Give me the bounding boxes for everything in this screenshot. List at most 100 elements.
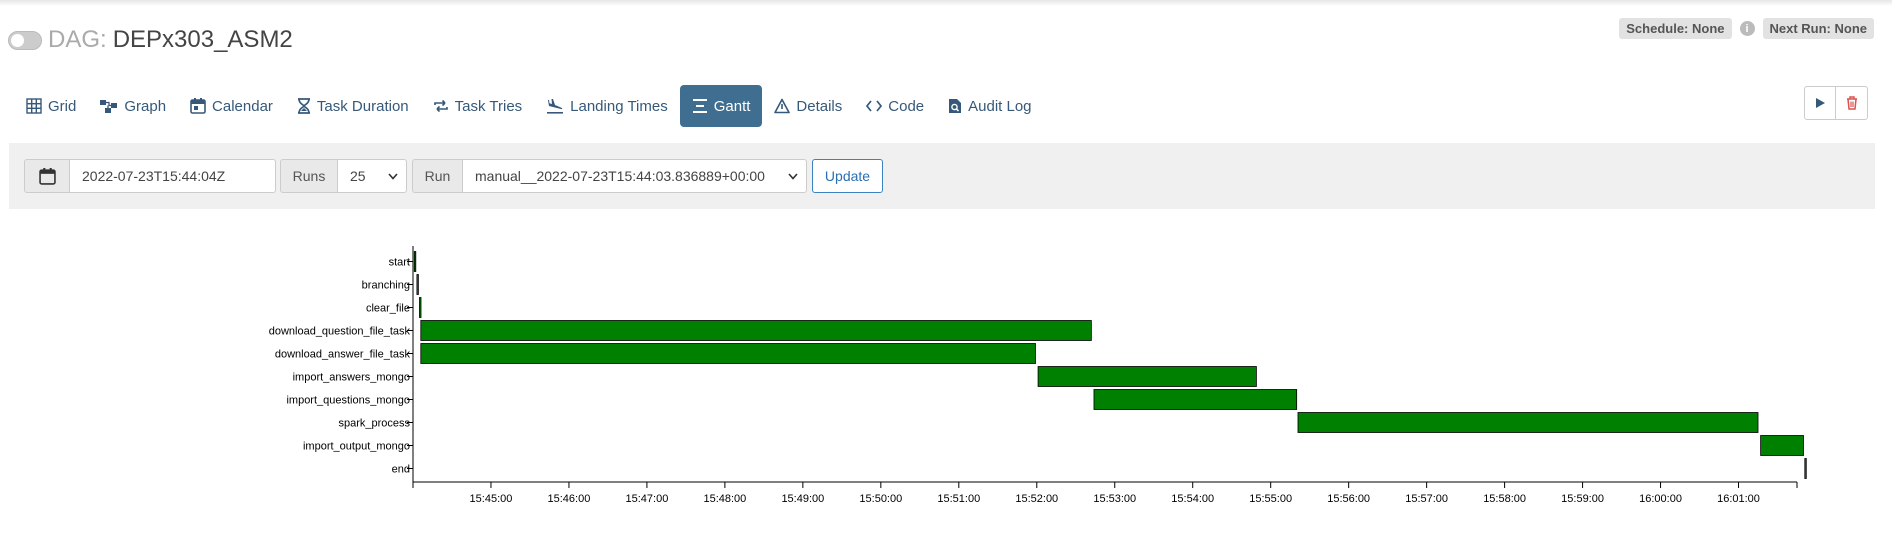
tab-details[interactable]: Details [762, 85, 854, 127]
tab-label: Landing Times [570, 97, 668, 115]
calendar-icon [190, 98, 206, 114]
task-bar [416, 274, 419, 295]
filter-bar: 2022-07-23T15:44:04Z Runs 25 Run manual_… [9, 143, 1875, 209]
task-label: import_answers_mongo [293, 372, 410, 384]
runs-label: Runs [280, 159, 338, 193]
task-bar [419, 297, 422, 318]
top-shadow [0, 0, 1892, 6]
run-label-text: Run [424, 168, 451, 184]
tab-task-tries[interactable]: Task Tries [421, 85, 535, 127]
calendar-addon[interactable] [24, 159, 70, 193]
x-tick-label: 15:57:00 [1405, 493, 1448, 505]
next-run-badge: Next Run: None [1762, 18, 1874, 39]
task-label: import_output_mongo [303, 441, 410, 453]
tab-code[interactable]: Code [854, 85, 936, 127]
chevron-down-icon [388, 172, 398, 180]
tab-label: Grid [48, 97, 77, 115]
runs-select-value: 25 [350, 168, 366, 184]
x-tick-label: 15:48:00 [703, 493, 746, 505]
landing-icon [547, 99, 564, 114]
run-label: Run [412, 159, 463, 193]
x-tick-label: 15:54:00 [1171, 493, 1214, 505]
trash-icon [1846, 96, 1857, 110]
x-tick-label: 15:59:00 [1561, 493, 1604, 505]
gantt-chart: 15:45:00 15:46:00 15:47:00 15:48:00 15:49:00… [269, 246, 1807, 505]
task-bar [1804, 458, 1807, 479]
x-tick-label: 15:53:00 [1093, 493, 1136, 505]
warning-triangle-icon [774, 98, 791, 114]
base-date-input[interactable]: 2022-07-23T15:44:04Z [69, 159, 276, 193]
x-tick-label: 15:50:00 [859, 493, 902, 505]
hourglass-icon [297, 98, 310, 114]
task-bar [420, 320, 1092, 341]
tab-grid[interactable]: Grid [14, 85, 88, 127]
tab-graph[interactable]: Graph [88, 85, 178, 127]
dag-title: DEPx303_ASM2 [112, 26, 293, 53]
delete-dag-button[interactable] [1836, 86, 1868, 120]
task-bar [413, 251, 417, 272]
task-bar [1037, 366, 1257, 387]
graph-icon [100, 100, 118, 113]
task-bar [1093, 389, 1298, 410]
x-tick-label: 15:58:00 [1483, 493, 1526, 505]
repeat-icon [433, 99, 448, 113]
tab-label: Calendar [212, 97, 273, 115]
x-tick-label: 15:47:00 [626, 493, 669, 505]
task-bar [420, 343, 1036, 364]
x-tick-label: 15:49:00 [781, 493, 824, 505]
x-tick-label: 15:46:00 [548, 493, 591, 505]
tab-label: Task Tries [454, 97, 523, 115]
tab-task-duration[interactable]: Task Duration [285, 85, 421, 127]
trigger-dag-button[interactable] [1804, 86, 1836, 120]
task-label: spark_process [338, 418, 410, 430]
dag-badges: Schedule: None i Next Run: None [1619, 18, 1874, 39]
task-label: end [392, 464, 410, 476]
task-label: download_answer_file_task [275, 349, 411, 361]
task-bar [1760, 435, 1804, 456]
run-select[interactable]: manual__2022-07-23T15:44:03.836889+00:00 [462, 159, 807, 193]
x-tick-label: 15:52:00 [1015, 493, 1058, 505]
x-tick-label: 15:45:00 [470, 493, 513, 505]
update-button[interactable]: Update [812, 159, 883, 193]
dag-actions [1804, 86, 1868, 120]
update-button-label: Update [824, 168, 871, 184]
runs-select[interactable]: 25 [337, 159, 407, 193]
task-bar [1297, 412, 1759, 433]
schedule-badge: Schedule: None [1619, 18, 1732, 39]
tab-calendar[interactable]: Calendar [178, 85, 285, 127]
x-tick-label: 15:51:00 [937, 493, 980, 505]
gantt-icon [692, 99, 707, 113]
task-label: clear_file [366, 303, 410, 315]
chevron-down-icon [788, 172, 798, 180]
x-tick-label: 16:00:00 [1639, 493, 1682, 505]
task-label: branching [362, 280, 410, 292]
run-select-value: manual__2022-07-23T15:44:03.836889+00:00 [475, 168, 765, 184]
runs-label-text: Runs [292, 168, 326, 184]
dag-pause-toggle[interactable] [8, 30, 42, 50]
tab-gantt[interactable]: Gantt [679, 85, 763, 127]
info-icon[interactable]: i [1739, 21, 1755, 36]
tab-label: Graph [124, 97, 167, 115]
task-label: import_questions_mongo [286, 395, 410, 407]
tab-label: Audit Log [968, 97, 1032, 115]
dag-header: DAG: DEPx303_ASM2 [8, 26, 293, 54]
base-date-value: 2022-07-23T15:44:04Z [82, 168, 226, 184]
tab-label: Code [888, 97, 925, 115]
code-icon [866, 100, 883, 112]
tab-landing-times[interactable]: Landing Times [534, 85, 680, 127]
search-file-icon [949, 99, 962, 113]
x-tick-label: 15:56:00 [1327, 493, 1370, 505]
tab-audit-log[interactable]: Audit Log [936, 85, 1043, 127]
tab-label: Task Duration [316, 97, 409, 115]
x-tick-label: 15:55:00 [1249, 493, 1292, 505]
view-tabs: Grid Graph Calendar Task Duration Task T… [14, 85, 1044, 127]
grid-icon [26, 98, 42, 114]
x-tick-label: 16:01:00 [1717, 493, 1760, 505]
tab-label: Gantt [713, 97, 751, 115]
tab-label: Details [796, 97, 843, 115]
calendar-icon [38, 167, 56, 185]
play-icon [1816, 98, 1825, 108]
task-label: start [389, 257, 410, 269]
dag-prefix: DAG: [48, 26, 107, 53]
task-label: download_question_file_task [269, 326, 411, 338]
